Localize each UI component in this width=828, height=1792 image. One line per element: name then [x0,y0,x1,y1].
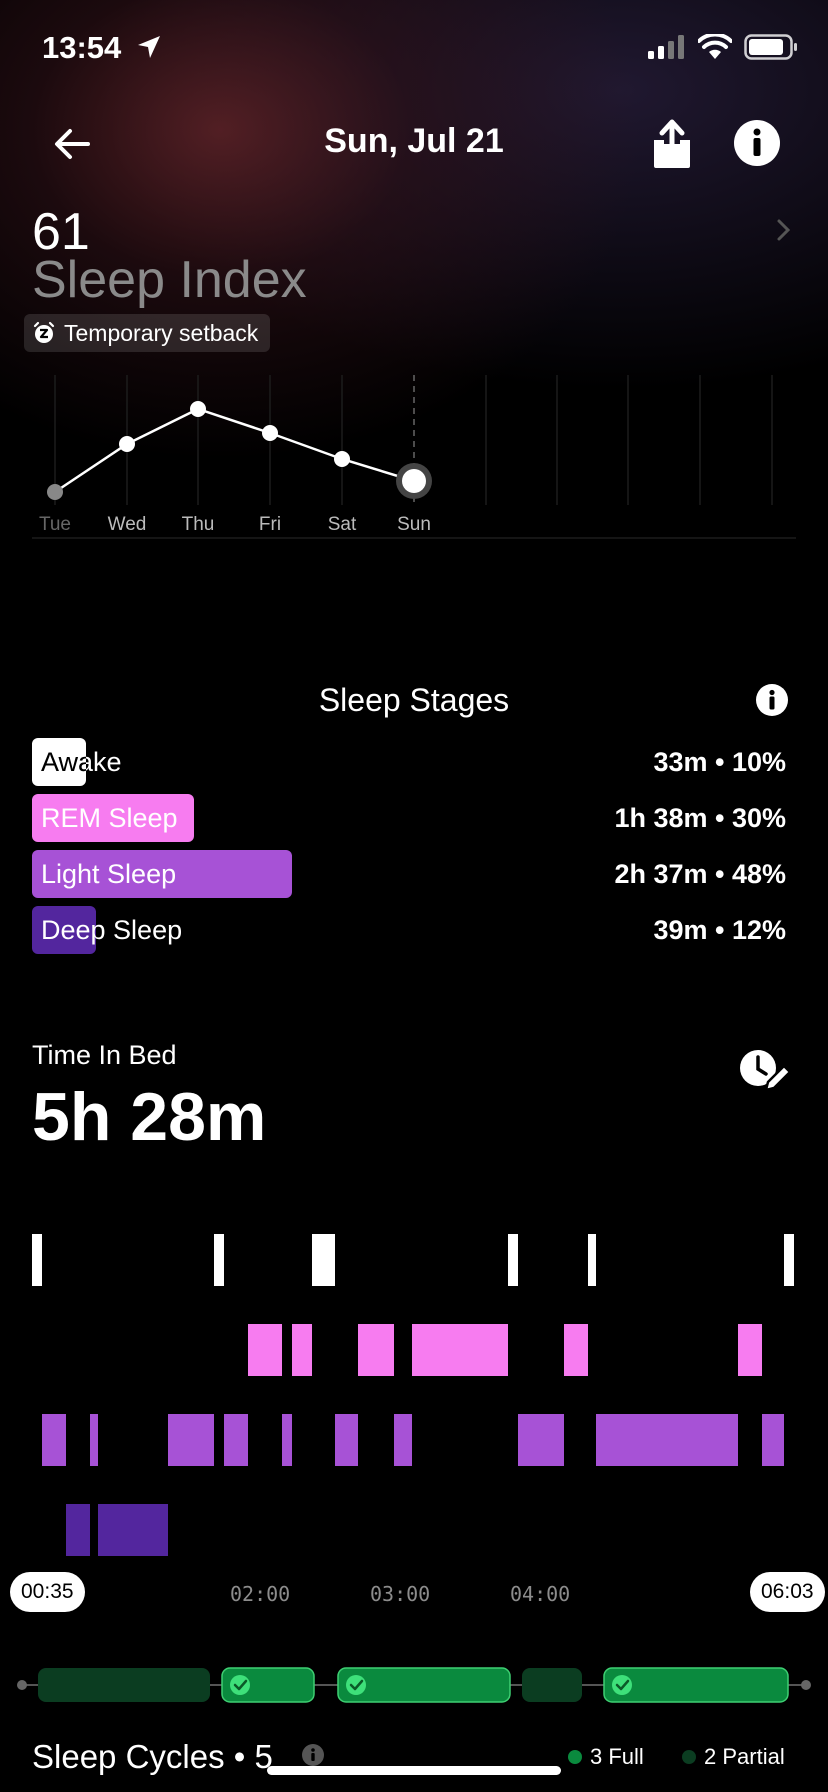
battery-icon [744,34,797,60]
sleep-cycles-bar[interactable] [0,1660,828,1710]
check-circle-icon [346,1675,366,1695]
trend-day-label: Sat [328,514,357,535]
chevron-right-icon[interactable] [776,218,792,242]
stage-value: 2h 37m • 48% [614,859,786,889]
sleep-cycles-info-icon[interactable] [302,1744,324,1766]
trend-line [54,407,415,494]
check-circle-icon [230,1675,250,1695]
hypnogram-rem-blocks [248,1324,762,1376]
stage-value: 1h 38m • 30% [614,803,786,833]
trend-point [262,425,278,441]
trend-day-label: Wed [108,514,147,535]
trend-point [47,484,63,500]
legend-partial: 2 Partial [682,1744,785,1770]
alarm-clock-icon [33,321,55,343]
hypnogram-awake-blocks [32,1234,794,1286]
stage-row-awake[interactable]: Awake 33m • 10% [32,738,786,786]
trend-point-selected [402,469,426,493]
info-icon[interactable] [734,120,780,166]
legend-full: 3 Full [568,1744,644,1770]
edit-time-icon[interactable] [738,1048,790,1096]
hypnogram-deep-blocks [66,1504,168,1556]
legend-full-label: 3 Full [590,1744,644,1769]
trend-point [119,436,135,452]
sleep-index-label[interactable]: Sleep Index [32,250,307,310]
sleep-index-trend-chart[interactable]: Tue Wed Thu Fri Sat Sun [0,370,828,540]
stage-row-light[interactable]: Light Sleep 2h 37m • 48% [32,850,786,898]
hypnogram-chart[interactable] [0,1230,828,1560]
time-tick: 03:00 [370,1582,431,1606]
sleep-stages-title: Sleep Stages [318,682,510,718]
check-circle-icon [612,1675,632,1695]
legend-full-dot [568,1750,582,1764]
stage-name: REM Sleep [41,803,178,833]
time-in-bed-label: Time In Bed [32,1040,177,1070]
legend-partial-dot [682,1750,696,1764]
location-arrow-icon [138,36,160,58]
hypnogram-light-blocks [42,1414,784,1466]
cellular-signal-icon [648,35,684,59]
home-indicator[interactable] [267,1766,561,1775]
trend-point [190,401,206,417]
page-title: Sun, Jul 21 [324,122,504,160]
stage-row-rem[interactable]: REM Sleep 1h 38m • 30% [32,794,786,842]
stage-row-deep[interactable]: Deep Sleep 39m • 12% [32,906,786,954]
sleep-stages-info-icon[interactable] [756,684,788,716]
status-badge: Temporary setback [24,314,271,352]
wifi-icon [698,34,732,59]
trend-day-label: Sun [397,514,431,535]
trend-day-label: Fri [259,514,281,535]
trend-day-label: Tue [39,514,71,535]
cycle-partial [522,1668,582,1702]
time-in-bed-value: 5h 28m [32,1079,267,1155]
cycle-partial [38,1668,210,1702]
share-icon[interactable] [650,118,694,170]
status-badge-label: Temporary setback [64,319,259,346]
stage-name: Awake [41,747,122,777]
stage-name: Light Sleep [41,859,177,889]
status-time: 13:54 [42,30,122,65]
status-indicators [648,34,798,60]
end-time-pill[interactable]: 06:03 [750,1572,825,1612]
time-tick: 02:00 [230,1582,291,1606]
legend-partial-label: 2 Partial [704,1744,785,1769]
time-tick: 04:00 [510,1582,571,1606]
trend-point [334,451,350,467]
start-time-pill[interactable]: 00:35 [10,1572,85,1612]
trend-day-label: Thu [182,514,215,535]
stage-value: 33m • 10% [653,747,786,777]
sleep-cycles-title: Sleep Cycles • 5 [32,1738,273,1775]
stage-value: 39m • 12% [653,915,786,945]
stage-name: Deep Sleep [41,915,183,945]
